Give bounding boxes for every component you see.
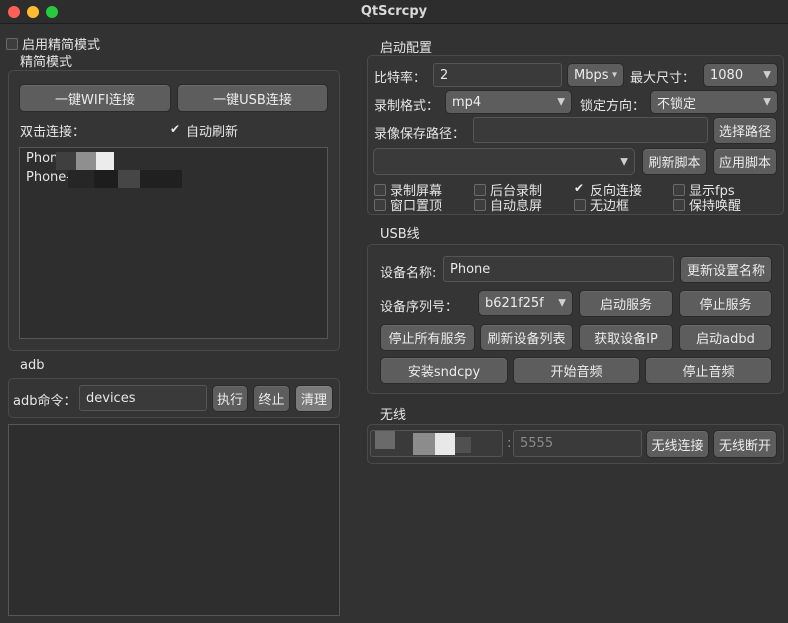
wireless-port-input[interactable]: 5555: [513, 430, 642, 457]
wireless-ip-input[interactable]: [370, 430, 503, 457]
update-device-name-button[interactable]: 更新设置名称: [680, 256, 772, 283]
apply-script-button[interactable]: 应用脚本: [713, 148, 777, 175]
serial-value: b621f25f: [485, 295, 544, 311]
device-name-label: 设备名称:: [380, 266, 437, 281]
option-label: 自动息屏: [490, 199, 543, 214]
redaction-block: [395, 435, 413, 453]
redaction-block: [76, 152, 96, 170]
refresh-script-button[interactable]: 刷新脚本: [642, 148, 707, 175]
redaction-block: [68, 170, 94, 188]
redaction-block: [140, 170, 182, 188]
wireless-group-title: 无线: [380, 408, 407, 423]
bitrate-unit-select[interactable]: Mbps ▾: [567, 63, 624, 87]
checkbox-icon: [374, 198, 386, 211]
start-service-button[interactable]: 启动服务: [579, 290, 673, 317]
launch-config-group-title: 启动配置: [380, 41, 433, 56]
stop-audio-button[interactable]: 停止音频: [645, 357, 772, 384]
chevron-down-icon: ▼: [620, 156, 628, 167]
chevron-down-icon: ▼: [558, 297, 566, 309]
get-device-ip-button[interactable]: 获取设备IP: [579, 324, 673, 351]
checkbox-icon: [574, 198, 586, 211]
record-path-input[interactable]: [473, 117, 708, 143]
frameless-checkbox[interactable]: 无边框: [574, 195, 629, 214]
usb-group-title: USB线: [380, 227, 420, 242]
execute-button[interactable]: 执行: [212, 385, 248, 412]
checkbox-icon: [6, 37, 18, 50]
serial-select[interactable]: b621f25f ▼: [478, 290, 573, 316]
serial-label: 设备序列号：: [380, 300, 459, 315]
device-list-item[interactable]: Phon: [26, 151, 58, 166]
stay-awake-checkbox[interactable]: 保持唤醒: [673, 195, 741, 214]
terminate-button[interactable]: 终止: [253, 385, 290, 412]
record-format-select[interactable]: mp4 ▼: [445, 90, 572, 114]
option-label: 保持唤醒: [689, 199, 742, 214]
max-size-select[interactable]: 1080 ▼: [703, 63, 778, 87]
lock-orientation-label: 锁定方向：: [580, 99, 646, 114]
wifi-connect-button[interactable]: 一键WIFI连接: [19, 84, 171, 112]
auto-screen-off-checkbox[interactable]: 自动息屏: [474, 195, 542, 214]
auto-refresh-label: 自动刷新: [186, 125, 239, 140]
redaction-block: [56, 152, 76, 170]
select-path-button[interactable]: 选择路径: [713, 117, 777, 144]
device-name-input[interactable]: Phone: [443, 256, 674, 282]
chevron-down-icon: ▾: [611, 69, 617, 81]
redaction-block: [455, 437, 471, 453]
redaction-block: [435, 433, 455, 455]
simple-mode-group-title: 精简模式: [20, 55, 73, 70]
auto-refresh-checkbox[interactable]: 自动刷新: [170, 121, 239, 141]
refresh-device-list-button[interactable]: 刷新设备列表: [480, 324, 573, 351]
adb-command-input[interactable]: devices: [79, 385, 207, 411]
option-label: 无边框: [590, 199, 630, 214]
chevron-down-icon: ▼: [763, 69, 771, 81]
bitrate-unit-value: Mbps: [574, 67, 609, 83]
clear-button[interactable]: 清理: [295, 385, 333, 412]
install-sndcpy-button[interactable]: 安装sndcpy: [380, 357, 508, 384]
always-on-top-checkbox[interactable]: 窗口置顶: [374, 195, 442, 214]
redaction-block: [375, 431, 395, 449]
device-list-item[interactable]: Phone-: [26, 170, 71, 185]
checkmark-icon: [574, 181, 586, 196]
record-format-label: 录制格式：: [374, 99, 440, 114]
adb-output-log[interactable]: [8, 424, 340, 616]
bitrate-label: 比特率：: [374, 71, 427, 86]
max-size-value: 1080: [710, 67, 744, 83]
lock-orientation-select[interactable]: 不锁定 ▼: [650, 90, 778, 114]
double-click-label: 双击连接：: [20, 125, 86, 140]
checkbox-icon: [474, 198, 486, 211]
checkmark-icon: [170, 122, 182, 137]
start-adbd-button[interactable]: 启动adbd: [679, 324, 772, 351]
stop-service-button[interactable]: 停止服务: [679, 290, 772, 317]
checkbox-icon: [374, 183, 386, 196]
stop-all-services-button[interactable]: 停止所有服务: [380, 324, 475, 351]
start-audio-button[interactable]: 开始音频: [513, 357, 640, 384]
window-title: QtScrcpy: [360, 4, 428, 19]
redaction-block: [96, 152, 114, 170]
record-path-label: 录像保存路径：: [374, 127, 466, 142]
wireless-disconnect-button[interactable]: 无线断开: [713, 430, 777, 458]
device-list[interactable]: Phon Phone-: [19, 147, 328, 339]
adb-group-title: adb: [20, 358, 45, 373]
checkbox-icon: [673, 198, 685, 211]
script-select[interactable]: ▼: [373, 148, 635, 175]
chevron-down-icon: ▼: [763, 96, 771, 108]
max-size-label: 最大尺寸：: [630, 71, 696, 86]
option-label: 窗口置顶: [390, 199, 443, 214]
redaction-block: [413, 433, 435, 455]
redaction-block: [118, 170, 140, 188]
checkbox-icon: [673, 183, 685, 196]
checkbox-icon: [474, 183, 486, 196]
lock-orientation-value: 不锁定: [657, 96, 697, 112]
port-separator: :: [507, 436, 512, 451]
record-format-value: mp4: [452, 94, 482, 110]
wireless-connect-button[interactable]: 无线连接: [646, 430, 709, 458]
chevron-down-icon: ▼: [557, 96, 565, 108]
usb-connect-button[interactable]: 一键USB连接: [177, 84, 328, 112]
redaction-block: [94, 170, 118, 188]
bitrate-input[interactable]: 2: [433, 63, 562, 87]
adb-command-label: adb命令：: [13, 394, 77, 409]
